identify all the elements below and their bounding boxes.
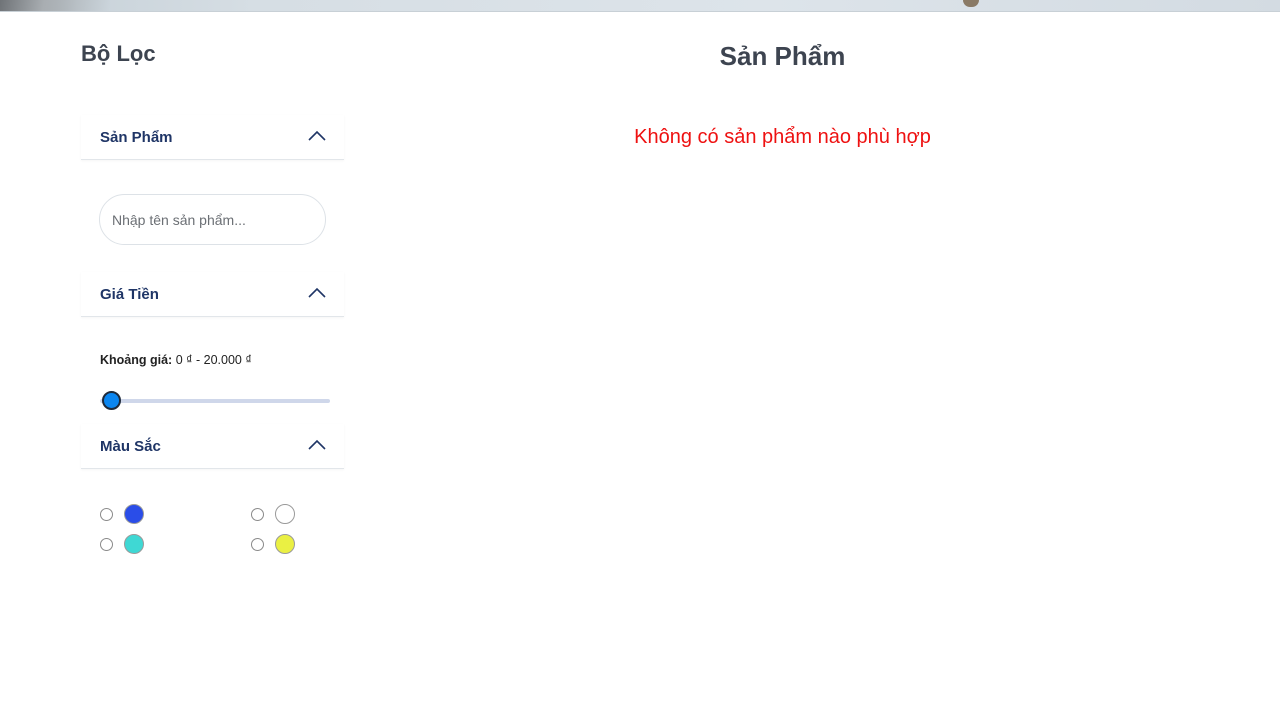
chevron-up-icon[interactable] xyxy=(308,438,326,452)
color-radio[interactable] xyxy=(100,507,113,521)
color-option-white[interactable] xyxy=(251,504,295,524)
section-header-color[interactable]: Màu Sắc xyxy=(81,424,344,469)
color-swatch xyxy=(275,504,295,524)
section-label-product: Sản Phẩm xyxy=(100,128,173,146)
chevron-up-icon[interactable] xyxy=(308,286,326,300)
price-range-text: Khoảng giá: 0 ₫ - 20.000 ₫ xyxy=(81,317,344,369)
color-swatch xyxy=(124,534,144,554)
color-radio[interactable] xyxy=(251,507,264,521)
color-swatch xyxy=(275,534,295,554)
color-swatch xyxy=(124,504,144,524)
price-slider[interactable] xyxy=(100,391,330,410)
price-range-value: 0 ₫ - 20.000 ₫ xyxy=(175,353,252,367)
product-search-input[interactable] xyxy=(99,194,326,245)
price-slider-track[interactable] xyxy=(100,399,330,403)
banner-pebble xyxy=(963,0,979,7)
banner-rock xyxy=(0,0,110,11)
product-search-wrap xyxy=(81,160,344,245)
price-range-label: Khoảng giá: xyxy=(100,353,173,367)
banner-image xyxy=(0,0,1280,12)
section-header-price[interactable]: Giá Tiền xyxy=(81,272,344,317)
color-option-yellow[interactable] xyxy=(251,534,295,554)
price-slider-thumb[interactable] xyxy=(102,391,121,410)
color-radio[interactable] xyxy=(100,537,113,551)
color-radio[interactable] xyxy=(251,537,264,551)
section-label-color: Màu Sắc xyxy=(100,437,161,455)
section-label-price: Giá Tiền xyxy=(100,285,159,303)
section-header-product[interactable]: Sản Phẩm xyxy=(81,115,344,160)
color-option-cyan[interactable] xyxy=(100,534,144,554)
page-title: Sản Phẩm xyxy=(719,41,846,71)
filter-title: Bộ Lọc xyxy=(81,41,156,66)
empty-results-message: Không có sản phẩm nào phù hợp xyxy=(634,126,931,148)
color-options xyxy=(81,469,344,554)
filter-sidebar: Bộ Lọc Sản Phẩm Giá Tiền Khoảng giá: 0 ₫… xyxy=(81,36,344,554)
color-option-blue[interactable] xyxy=(100,504,144,524)
chevron-up-icon[interactable] xyxy=(308,129,326,143)
